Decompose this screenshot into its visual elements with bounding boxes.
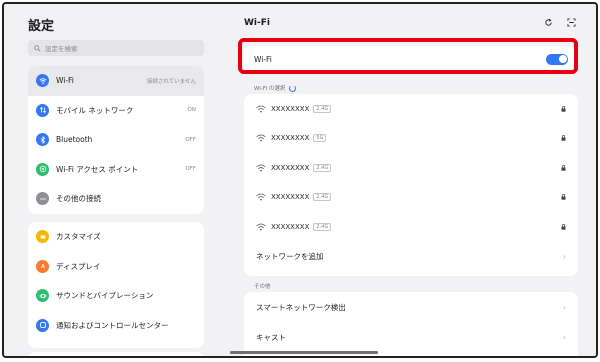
personalization-group: カスタマイズ A ディスプレイ サウンドとバイブレーション 通知およびコントロー… (28, 222, 204, 348)
connectivity-group: Wi-Fi 接続されていません モバイル ネットワーク ON Bluetooth… (28, 66, 204, 214)
sidebar-item-label: 通知およびコントロールセンター (56, 320, 169, 330)
network-band-badge: 2.4G (313, 163, 332, 172)
wifi-signal-icon (256, 134, 266, 142)
search-icon (34, 44, 41, 52)
wifi-signal-icon (256, 105, 266, 113)
sidebar-item-customize[interactable]: カスタマイズ (28, 222, 204, 252)
wifi-signal-icon (256, 223, 266, 231)
add-network-button[interactable]: ネットワークを追加 › (244, 242, 578, 272)
network-name: XXXXXXXX (271, 193, 310, 202)
sidebar-item-label: その他の接続 (56, 194, 101, 204)
add-network-label: ネットワークを追加 (256, 251, 324, 261)
more-icon (36, 192, 49, 206)
sidebar-item-label: ディスプレイ (56, 261, 101, 271)
other-item-label: スマートネットワーク検出 (256, 302, 346, 312)
smart-network-detection-item[interactable]: スマートネットワーク検出 › (244, 292, 578, 322)
sidebar-item-notifications[interactable]: 通知およびコントロールセンター (28, 311, 204, 341)
network-item[interactable]: XXXXXXXX 2.4G (244, 183, 578, 213)
chevron-right-icon: › (562, 302, 566, 312)
chevron-right-icon: › (562, 332, 566, 342)
network-band-badge: 2.4G (313, 222, 332, 231)
settings-title: 設定 (28, 19, 55, 34)
network-item[interactable]: XXXXXXXX 2.4G (244, 153, 578, 183)
sidebar-item-hotspot[interactable]: Wi-Fi アクセス ポイント OFF (28, 155, 204, 185)
network-band-badge: 5G (313, 134, 327, 143)
svg-text:A: A (40, 264, 44, 270)
sidebar-item-label: カスタマイズ (56, 232, 101, 242)
search-placeholder: 設定を検索 (45, 45, 78, 53)
scan-icon[interactable] (567, 18, 576, 27)
sidebar-item-status: 接続されていません (146, 78, 196, 85)
wifi-icon (36, 74, 49, 88)
sidebar-item-mobile-network[interactable]: モバイル ネットワーク ON (28, 96, 204, 126)
sidebar-item-display[interactable]: A ディスプレイ (28, 252, 204, 282)
wifi-signal-icon (256, 193, 266, 201)
other-section-label: その他 (254, 284, 271, 290)
sidebar-item-status: OFF (185, 166, 196, 173)
customize-icon (36, 230, 49, 244)
hotspot-icon (36, 162, 49, 176)
sidebar-item-label: モバイル ネットワーク (56, 105, 134, 115)
more-settings-group (28, 352, 204, 356)
sidebar-item-label: Wi-Fi (56, 76, 74, 86)
lock-icon (561, 194, 566, 200)
sidebar-item-sound[interactable]: サウンドとバイブレーション (28, 281, 204, 311)
other-section: その他 (254, 282, 271, 290)
network-name: XXXXXXXX (271, 222, 310, 231)
lock-icon (561, 135, 566, 141)
sidebar-item-other-connections[interactable]: その他の接続 (28, 184, 204, 214)
display-icon: A (36, 259, 49, 273)
sidebar-item-label: Bluetooth (56, 135, 93, 145)
notification-icon (36, 318, 49, 332)
select-network-label: Wi-Fi の選択 (254, 86, 286, 92)
sidebar-item-label: Wi-Fi アクセス ポイント (56, 164, 139, 174)
lock-icon (561, 164, 566, 171)
sound-icon (36, 289, 49, 303)
loading-spinner-icon (289, 84, 297, 92)
refresh-icon[interactable] (544, 18, 553, 27)
wifi-toggle-label: Wi-Fi (254, 54, 272, 64)
network-list: XXXXXXXX 2.4G XXXXXXXX 5G XXXXXXXX 2.4G (244, 94, 578, 276)
home-indicator[interactable] (230, 351, 378, 354)
wifi-toggle-switch[interactable] (546, 53, 568, 65)
settings-sidebar: 設定 設定を検索 Wi-Fi 接続されていません モバイル ネットワーク ON (4, 4, 222, 356)
wifi-toggle-row[interactable]: Wi-Fi (244, 46, 578, 72)
sidebar-item-bluetooth[interactable]: Bluetooth OFF (28, 125, 204, 155)
sidebar-item-wifi[interactable]: Wi-Fi 接続されていません (28, 66, 204, 96)
lock-icon (561, 105, 566, 112)
sidebar-item-label: サウンドとバイブレーション (56, 291, 154, 301)
other-settings-list: スマートネットワーク検出 › キャスト › (244, 292, 578, 356)
sidebar-item-status: ON (187, 107, 196, 114)
network-item[interactable]: XXXXXXXX 2.4G (244, 94, 578, 124)
settings-search-input[interactable]: 設定を検索 (28, 40, 204, 56)
lock-icon (561, 223, 566, 230)
network-band-badge: 2.4G (313, 104, 332, 113)
chevron-right-icon: › (562, 251, 566, 261)
cast-item[interactable]: キャスト › (244, 322, 578, 352)
bluetooth-icon (36, 133, 49, 147)
wifi-detail-pane: Wi-Fi Wi-Fi Wi-Fi の選択 XXXXXXXX 2.4G XXXX… (222, 4, 596, 356)
network-name: XXXXXXXX (271, 104, 310, 113)
mobile-network-icon (36, 103, 49, 117)
wifi-signal-icon (256, 164, 266, 172)
other-item-label: キャスト (256, 332, 286, 342)
network-item[interactable]: XXXXXXXX 5G (244, 124, 578, 154)
network-name: XXXXXXXX (271, 134, 310, 143)
sidebar-item-status: OFF (185, 136, 196, 143)
network-item[interactable]: XXXXXXXX 2.4G (244, 212, 578, 242)
network-name: XXXXXXXX (271, 163, 310, 172)
network-band-badge: 2.4G (313, 193, 332, 202)
select-network-section: Wi-Fi の選択 (254, 84, 297, 92)
screen-frame: 設定 設定を検索 Wi-Fi 接続されていません モバイル ネットワーク ON (2, 2, 598, 358)
page-title: Wi-Fi (244, 18, 270, 28)
